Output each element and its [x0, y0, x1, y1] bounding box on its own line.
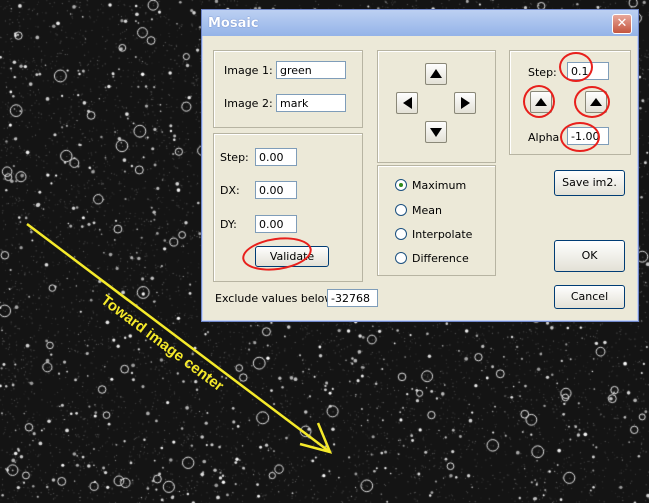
radio-interpolate-label: Interpolate: [412, 228, 473, 241]
red-circle-step: [559, 52, 593, 82]
move-left-button[interactable]: [396, 92, 418, 114]
radio-maximum[interactable]: [395, 179, 407, 191]
ok-button[interactable]: OK: [554, 240, 625, 272]
move-pad-group: [377, 50, 496, 163]
rotation-step-label: Step:: [528, 66, 557, 79]
exclude-label: Exclude values below:: [215, 292, 337, 305]
alpha-label: Alpha: [528, 131, 560, 144]
close-icon: ✕: [616, 16, 628, 31]
radio-difference[interactable]: [395, 252, 407, 264]
radio-mean-label: Mean: [412, 204, 442, 217]
arrow-up-icon: [430, 69, 442, 78]
radio-maximum-label: Maximum: [412, 179, 467, 192]
exclude-field[interactable]: -32768: [327, 289, 378, 307]
image1-field[interactable]: green: [276, 61, 346, 79]
arrow-left-icon: [403, 97, 412, 109]
title-bar: Mosaic ✕: [202, 10, 638, 36]
move-up-button[interactable]: [425, 63, 447, 85]
red-circle-rotate-left: [523, 85, 555, 118]
mosaic-dialog: Mosaic ✕ Image 1: green Image 2: mark St…: [201, 9, 639, 322]
radio-interpolate[interactable]: [395, 228, 407, 240]
move-right-button[interactable]: [454, 92, 476, 114]
arrow-right-icon: [461, 97, 470, 109]
window-title: Mosaic: [208, 15, 259, 31]
image1-label: Image 1:: [224, 64, 273, 77]
image2-field[interactable]: mark: [276, 94, 346, 112]
offset-step-field[interactable]: 0.00: [255, 148, 297, 166]
radio-difference-label: Difference: [412, 252, 469, 265]
dy-field[interactable]: 0.00: [255, 215, 297, 233]
dx-label: DX:: [220, 184, 240, 197]
images-group: Image 1: green Image 2: mark: [213, 50, 363, 128]
arrow-down-icon: [430, 128, 442, 137]
image2-label: Image 2:: [224, 97, 273, 110]
red-circle-alpha: [560, 122, 600, 152]
offset-step-label: Step:: [220, 151, 249, 164]
cancel-button[interactable]: Cancel: [554, 285, 625, 309]
close-button[interactable]: ✕: [612, 14, 632, 34]
dy-label: DY:: [220, 218, 237, 231]
dx-field[interactable]: 0.00: [255, 181, 297, 199]
save-im2-button[interactable]: Save im2.: [554, 170, 625, 196]
red-circle-rotate-right: [574, 86, 610, 118]
blend-mode-group: Maximum Mean Interpolate Difference: [377, 165, 496, 276]
radio-mean[interactable]: [395, 204, 407, 216]
move-down-button[interactable]: [425, 121, 447, 143]
